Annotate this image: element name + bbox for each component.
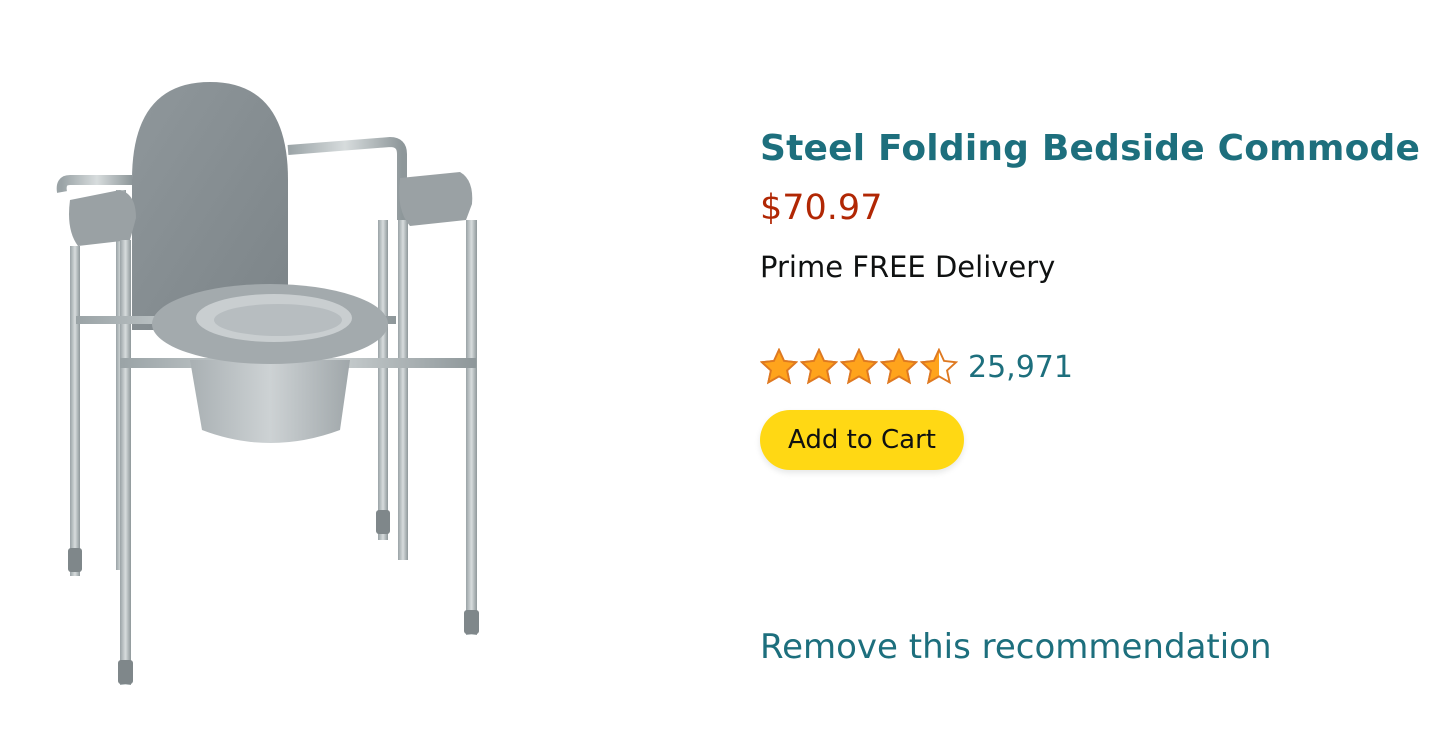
product-title[interactable]: Steel Folding Bedside Commode [760, 128, 1420, 169]
product-price: $70.97 [760, 188, 883, 228]
remove-recommendation-link[interactable]: Remove this recommendation [760, 627, 1272, 667]
delivery-info: Prime FREE Delivery [760, 250, 1056, 284]
star-rating [760, 348, 960, 386]
review-count[interactable]: 25,971 [968, 350, 1073, 385]
star-full-icon [880, 348, 918, 385]
product-image[interactable] [50, 70, 520, 690]
add-to-cart-button[interactable]: Add to Cart [760, 410, 964, 470]
product-info: Steel Folding Bedside Commode $70.97 Pri… [760, 0, 1420, 732]
add-to-cart-label: Add to Cart [788, 425, 936, 455]
star-half-icon [920, 348, 958, 385]
star-full-icon [760, 348, 798, 385]
rating-row[interactable]: 25,971 [760, 344, 1073, 390]
star-full-icon [800, 348, 838, 385]
star-full-icon [840, 348, 878, 385]
recommendation-card: Steel Folding Bedside Commode $70.97 Pri… [0, 0, 1440, 732]
commode-chair-image [56, 82, 479, 685]
